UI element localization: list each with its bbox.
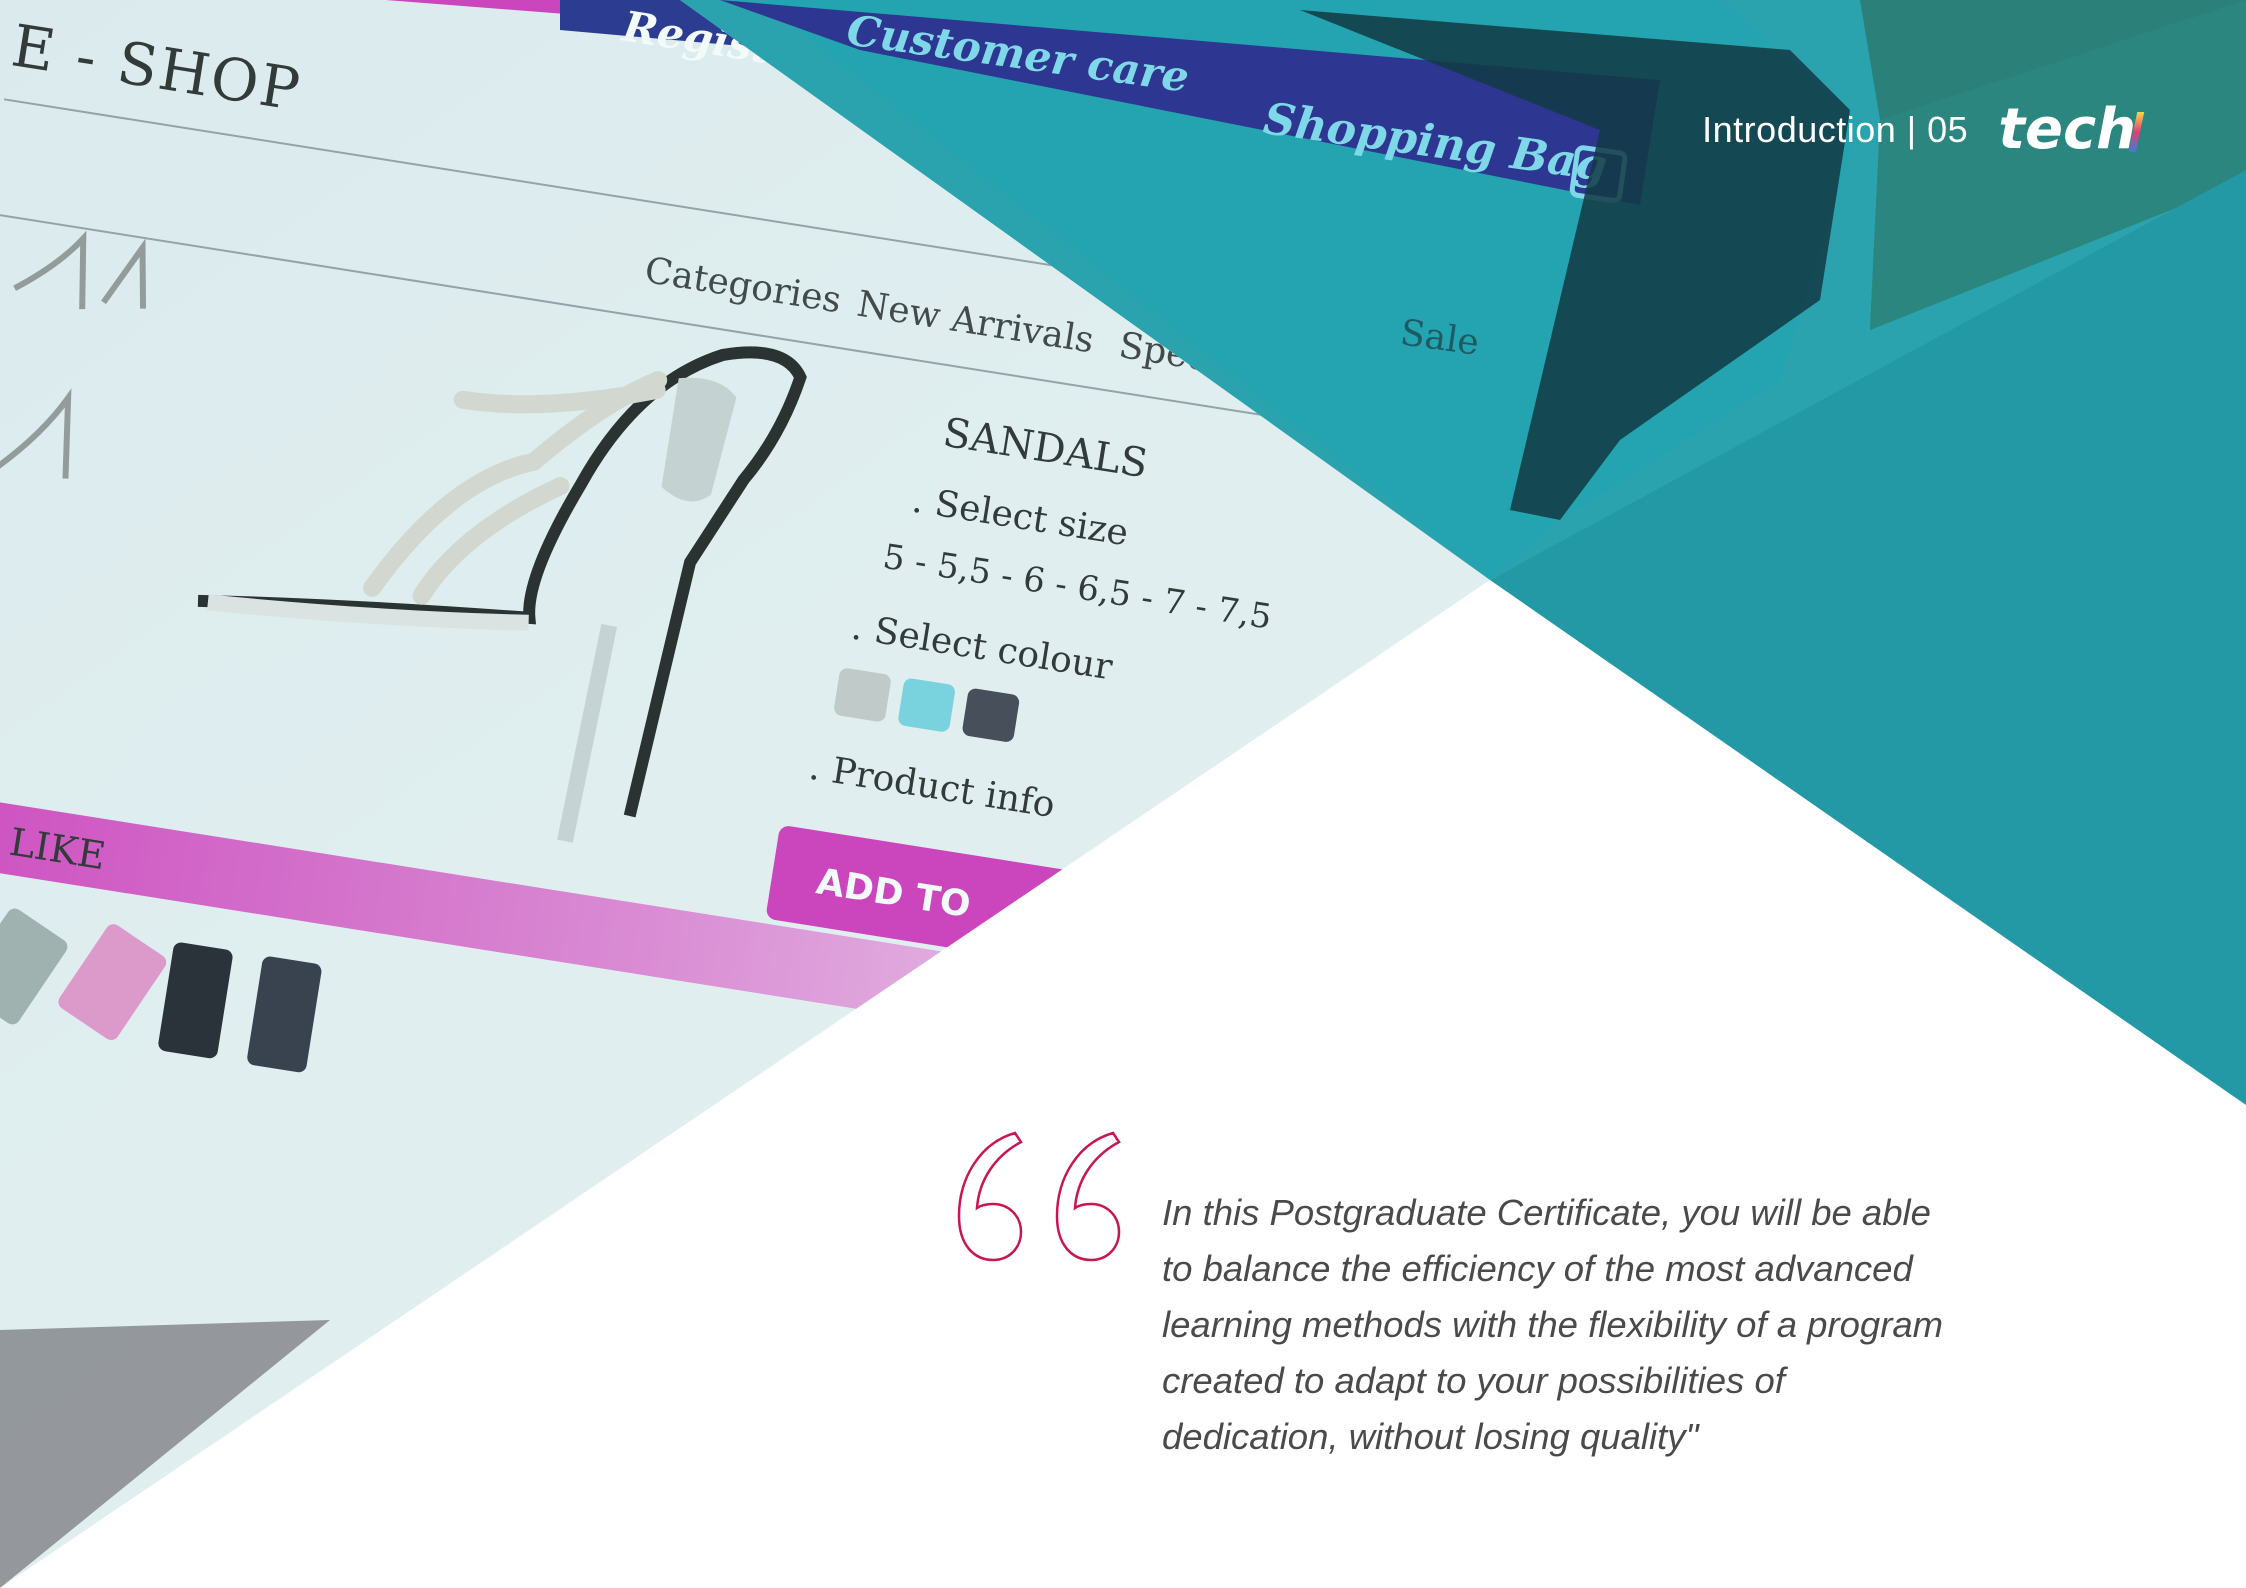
quote-mark-icon — [957, 1131, 1121, 1262]
page-header: Introduction | 05 tech — [1702, 100, 2145, 160]
tech-logo: tech — [1998, 102, 2145, 158]
testimonial-quote: In this Postgraduate Certificate, you wi… — [1162, 1192, 1944, 1457]
logo-text: tech — [1998, 97, 2136, 162]
section-label: Introduction | 05 — [1702, 109, 1969, 150]
